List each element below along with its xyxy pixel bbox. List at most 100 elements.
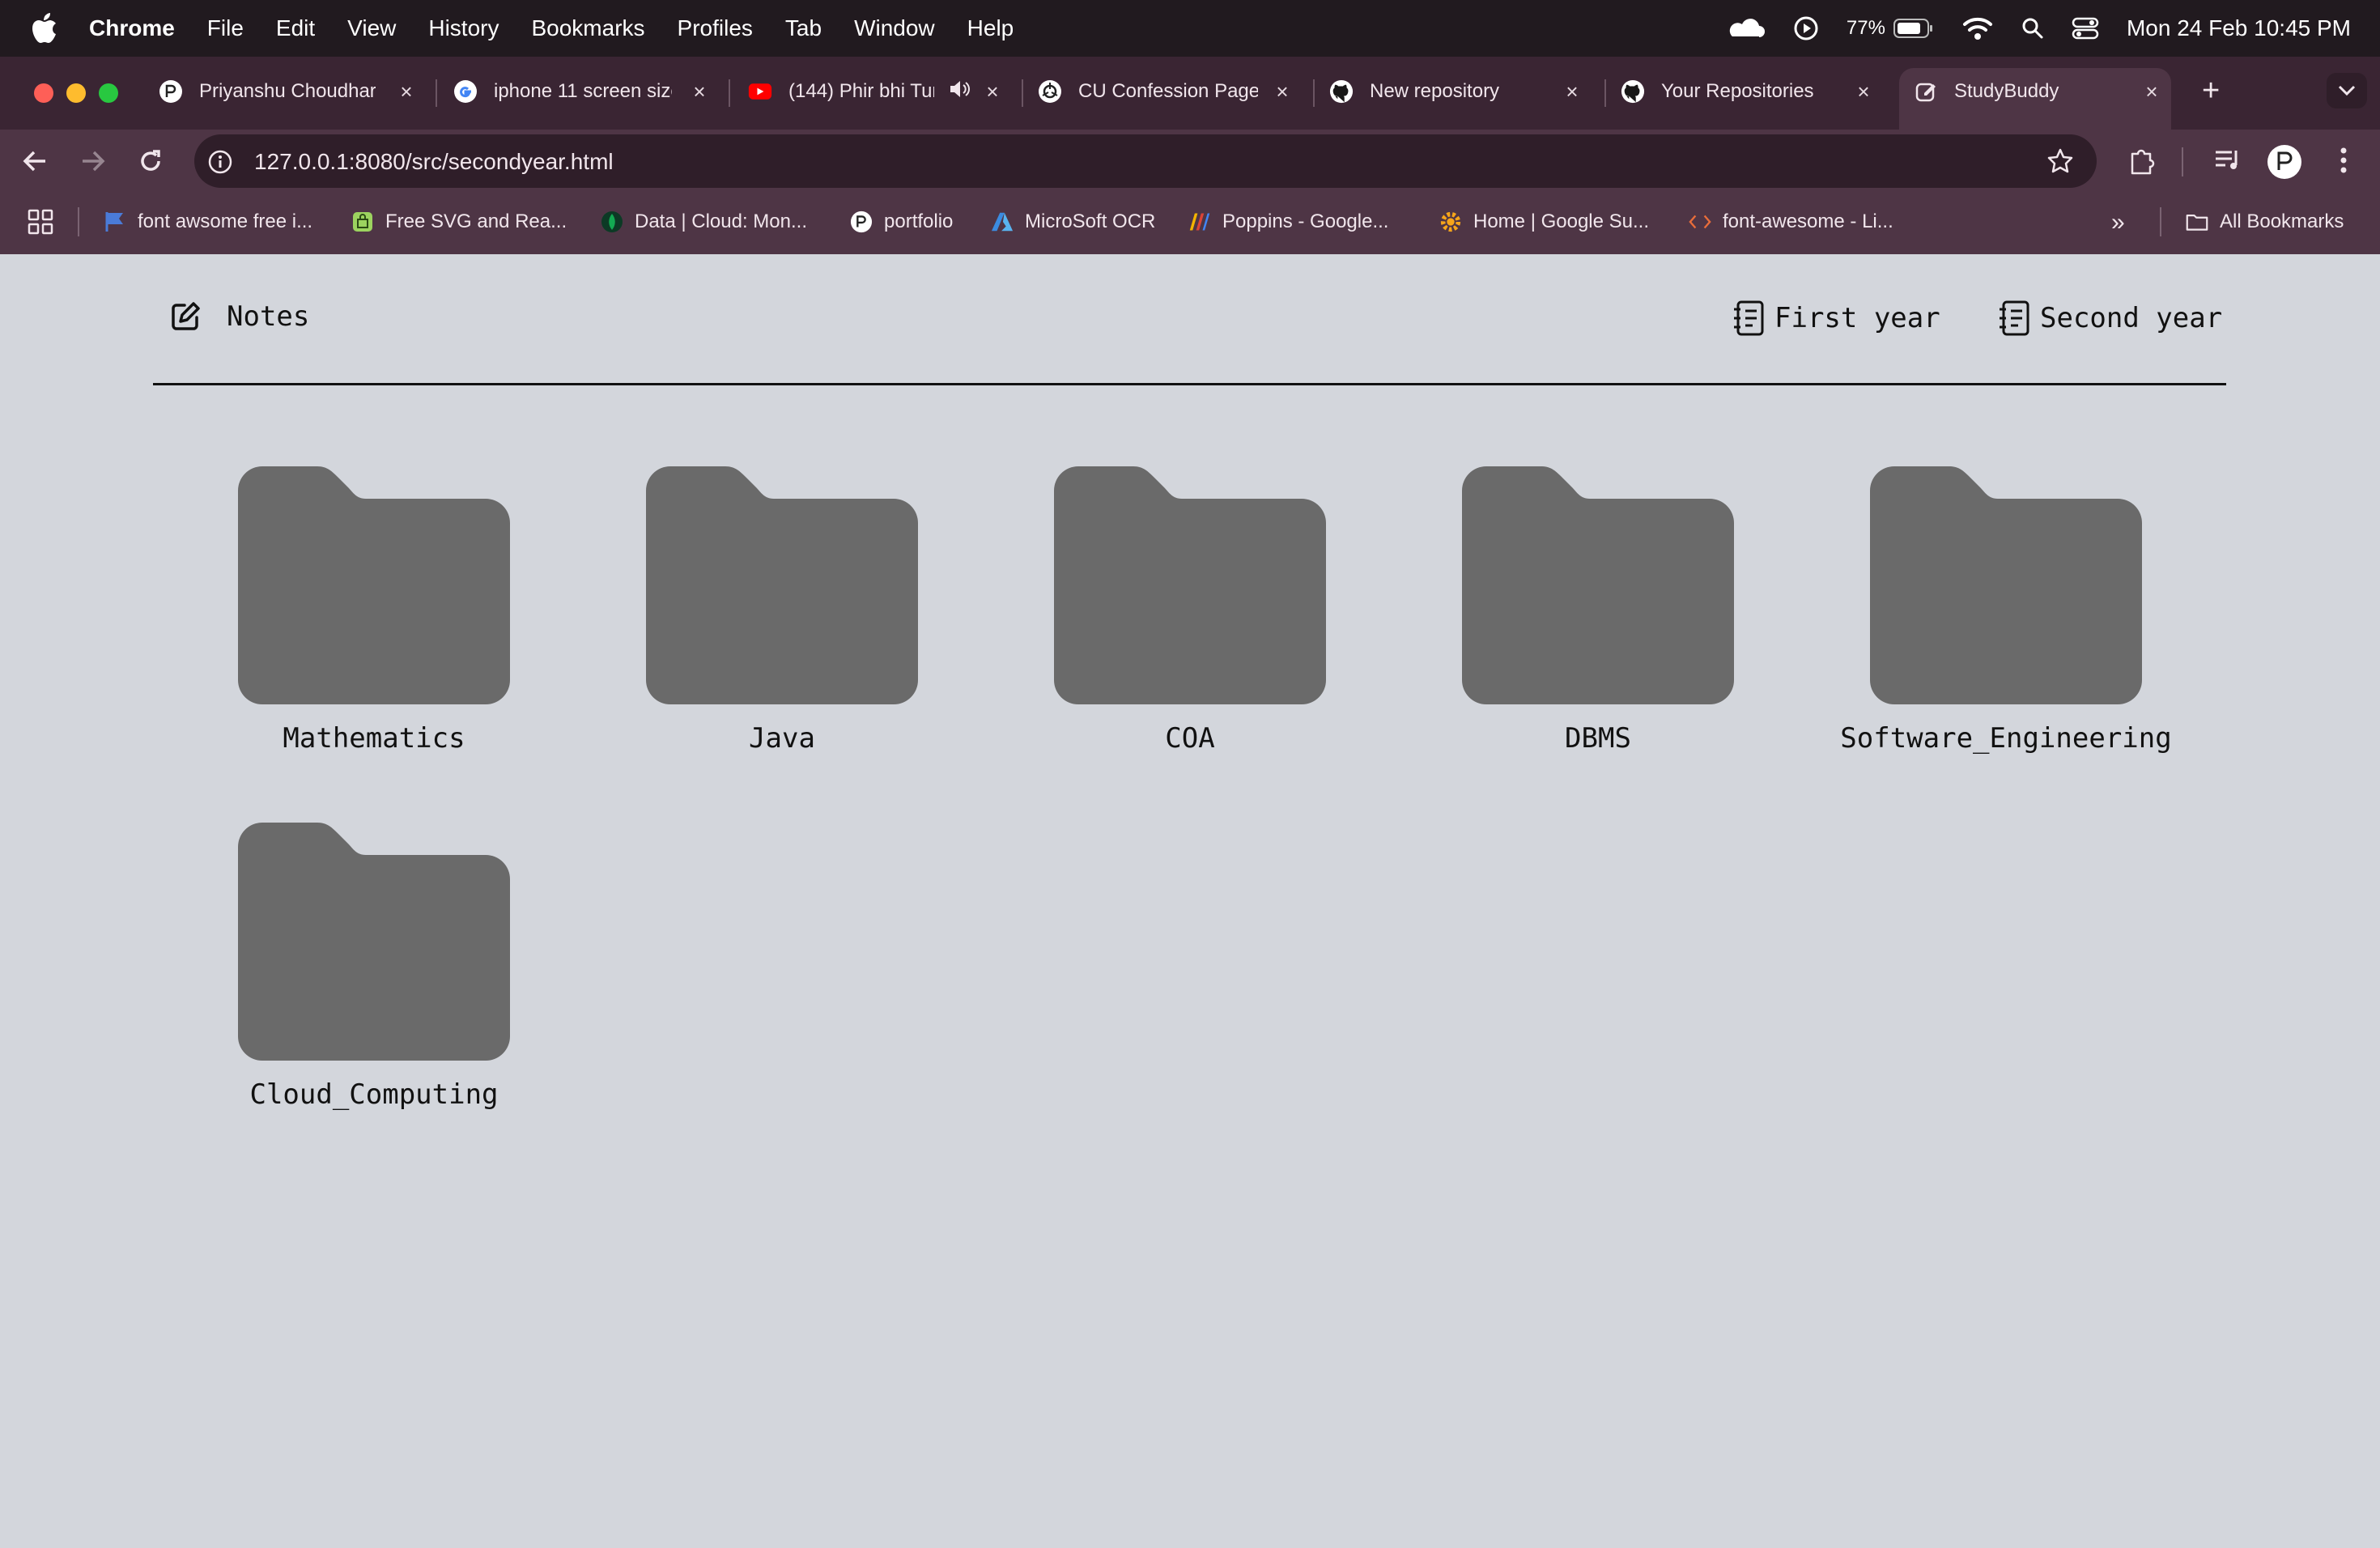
- nav-notes-link[interactable]: Notes: [168, 300, 309, 334]
- folder-icon: [238, 823, 510, 1061]
- nav-first-year-link[interactable]: First year: [1732, 300, 1940, 337]
- menu-tab[interactable]: Tab: [785, 15, 822, 41]
- edit-note-icon: [172, 302, 200, 330]
- bookmark-label: Data | Cloud: Mon...: [635, 211, 807, 232]
- close-icon[interactable]: ×: [983, 81, 1002, 102]
- bookmark-label: Free SVG and Rea...: [385, 211, 567, 232]
- apps-grid-icon[interactable]: [28, 209, 53, 239]
- profile-icon: [159, 79, 183, 104]
- tab-priyanshu[interactable]: Priyanshu Choudhary ×: [159, 70, 416, 113]
- close-icon[interactable]: ×: [690, 81, 709, 102]
- back-button[interactable]: [21, 149, 49, 177]
- profile-avatar[interactable]: [2267, 144, 2302, 184]
- nav-second-year-link[interactable]: Second year: [1998, 300, 2222, 337]
- tab-title: CU Confession Page: [1078, 80, 1258, 102]
- tab-youtube[interactable]: (144) Phir bhi Tumko ×: [748, 70, 1002, 113]
- youtube-icon: [748, 79, 772, 104]
- tab-iphone[interactable]: iphone 11 screen size ×: [453, 70, 709, 113]
- folder-cloud-computing[interactable]: Cloud_Computing: [238, 823, 510, 1111]
- tab-your-repositories[interactable]: Your Repositories ×: [1621, 70, 1873, 113]
- folder-outline-icon: [2186, 211, 2208, 233]
- battery-percent: 77%: [1846, 17, 1885, 39]
- bookmarks-overflow-icon[interactable]: »: [2111, 209, 2125, 236]
- folder-coa[interactable]: COA: [1054, 466, 1326, 755]
- close-icon[interactable]: ×: [397, 81, 416, 102]
- bookmark-microsoft-ocr[interactable]: MicroSoft OCR: [991, 206, 1155, 238]
- bag-icon: [351, 211, 374, 233]
- all-bookmarks-button[interactable]: All Bookmarks: [2186, 206, 2344, 238]
- url-text[interactable]: 127.0.0.1:8080/src/secondyear.html: [254, 149, 614, 175]
- folder-icon: [646, 466, 918, 704]
- close-icon[interactable]: ×: [1562, 81, 1582, 102]
- menu-app-name[interactable]: Chrome: [89, 15, 175, 41]
- apple-icon[interactable]: [31, 12, 58, 45]
- nav-second-year-label: Second year: [2040, 302, 2223, 334]
- speaker-icon[interactable]: [949, 79, 970, 104]
- tab-separator: [1313, 79, 1315, 107]
- window-minimize-button[interactable]: [66, 83, 86, 103]
- toolbar-separator: [2182, 147, 2183, 176]
- bookmark-font-awesome-li[interactable]: font-awesome - Li...: [1689, 206, 1893, 238]
- folder-mathematics[interactable]: Mathematics: [238, 466, 510, 755]
- google-icon: [453, 79, 478, 104]
- bookmark-google-sites[interactable]: Home | Google Su...: [1439, 206, 1649, 238]
- folder-software-engineering[interactable]: Software_Engineering: [1840, 466, 2172, 755]
- folder-icon: [1870, 466, 2142, 704]
- menu-file[interactable]: File: [207, 15, 244, 41]
- window-zoom-button[interactable]: [99, 83, 118, 103]
- menu-history[interactable]: History: [428, 15, 499, 41]
- bookmarks-separator: [2160, 207, 2161, 236]
- forward-button[interactable]: [79, 149, 107, 177]
- close-icon[interactable]: ×: [1854, 81, 1873, 102]
- menu-edit[interactable]: Edit: [276, 15, 315, 41]
- more-menu-icon[interactable]: [2338, 146, 2349, 179]
- fonts-icon: [1188, 211, 1211, 233]
- folder-dbms[interactable]: DBMS: [1462, 466, 1734, 755]
- bookmark-star-icon[interactable]: [2046, 147, 2074, 179]
- new-tab-button[interactable]: +: [2202, 74, 2220, 107]
- media-control-icon[interactable]: [2213, 147, 2242, 177]
- close-icon[interactable]: ×: [1273, 81, 1292, 102]
- extensions-icon[interactable]: [2127, 146, 2157, 179]
- cloud-icon[interactable]: [1725, 16, 1766, 40]
- tab-separator: [1022, 79, 1023, 107]
- tab-title: StudyBuddy: [1954, 80, 2059, 102]
- tab-title: iphone 11 screen size: [494, 80, 672, 102]
- tab-new-repository[interactable]: New repository ×: [1329, 70, 1582, 113]
- folder-icon: [238, 466, 510, 704]
- menu-window[interactable]: Window: [854, 15, 935, 41]
- tab-cu-confession[interactable]: CU Confession Page ×: [1038, 70, 1292, 113]
- menu-view[interactable]: View: [347, 15, 396, 41]
- bookmark-data-cloud[interactable]: Data | Cloud: Mon...: [601, 206, 807, 238]
- bookmark-label: Poppins - Google...: [1222, 211, 1389, 232]
- site-info-icon[interactable]: [207, 149, 233, 179]
- menu-profiles[interactable]: Profiles: [678, 15, 753, 41]
- leaf-icon: [601, 211, 623, 233]
- github-icon: [1329, 79, 1354, 104]
- menu-bookmarks[interactable]: Bookmarks: [531, 15, 644, 41]
- bookmark-free-svg[interactable]: Free SVG and Rea...: [351, 206, 567, 238]
- notebook-icon: [1734, 300, 1764, 336]
- reload-button[interactable]: [138, 148, 164, 178]
- bookmark-portfolio[interactable]: portfolio: [850, 206, 953, 238]
- control-center-icon[interactable]: [2072, 16, 2099, 40]
- window-close-button[interactable]: [34, 83, 53, 103]
- play-circle-icon[interactable]: [1793, 15, 1819, 41]
- menu-help[interactable]: Help: [967, 15, 1014, 41]
- bookmark-font-awsome[interactable]: font awsome free i...: [104, 206, 312, 238]
- folder-icon: [1054, 466, 1326, 704]
- bookmark-poppins[interactable]: Poppins - Google...: [1188, 206, 1388, 238]
- tab-studybuddy-active[interactable]: StudyBuddy ×: [1914, 70, 2161, 113]
- tab-separator: [729, 79, 730, 107]
- bookmark-label: Home | Google Su...: [1473, 211, 1650, 232]
- search-icon[interactable]: [2021, 17, 2044, 40]
- tab-search-button[interactable]: [2327, 73, 2367, 108]
- menubar-clock[interactable]: Mon 24 Feb 10:45 PM: [2127, 15, 2351, 41]
- close-icon[interactable]: ×: [2142, 81, 2161, 102]
- tab-separator: [1604, 79, 1606, 107]
- folder-java[interactable]: Java: [646, 466, 918, 755]
- wifi-icon[interactable]: [1961, 16, 1994, 40]
- all-bookmarks-label: All Bookmarks: [2220, 211, 2344, 232]
- folder-label: Software_Engineering: [1840, 722, 2172, 755]
- battery-icon[interactable]: [1893, 18, 1934, 39]
